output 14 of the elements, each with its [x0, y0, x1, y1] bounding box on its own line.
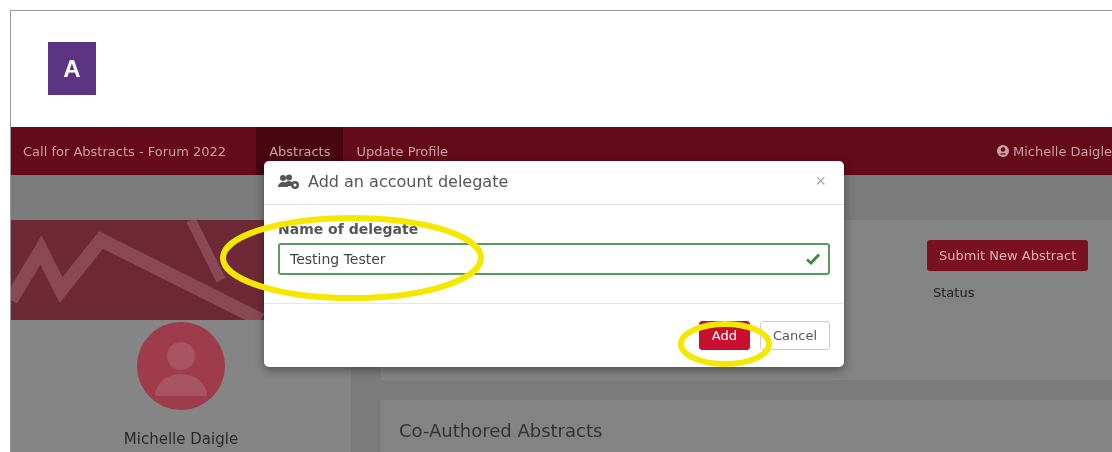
user-menu[interactable]: Michelle Daigle — [996, 143, 1112, 159]
modal-title: Add an account delegate — [308, 172, 509, 191]
figure-label: A — [48, 42, 96, 95]
profile-name: Michelle Daigle — [123, 430, 239, 448]
checkmark-icon — [806, 253, 820, 265]
users-gear-icon — [278, 173, 300, 190]
user-icon — [996, 145, 1009, 157]
avatar-icon — [137, 322, 225, 410]
submit-abstract-button[interactable]: Submit New Abstract — [927, 240, 1089, 271]
site-title[interactable]: Call for Abstracts - Forum 2022 — [11, 143, 257, 159]
column-header: Status — [933, 285, 975, 300]
section-title: Co-Authored Abstracts — [399, 420, 603, 441]
delegate-name-field[interactable]: Testing Tester — [278, 243, 830, 275]
cancel-button[interactable]: Cancel — [759, 321, 830, 350]
